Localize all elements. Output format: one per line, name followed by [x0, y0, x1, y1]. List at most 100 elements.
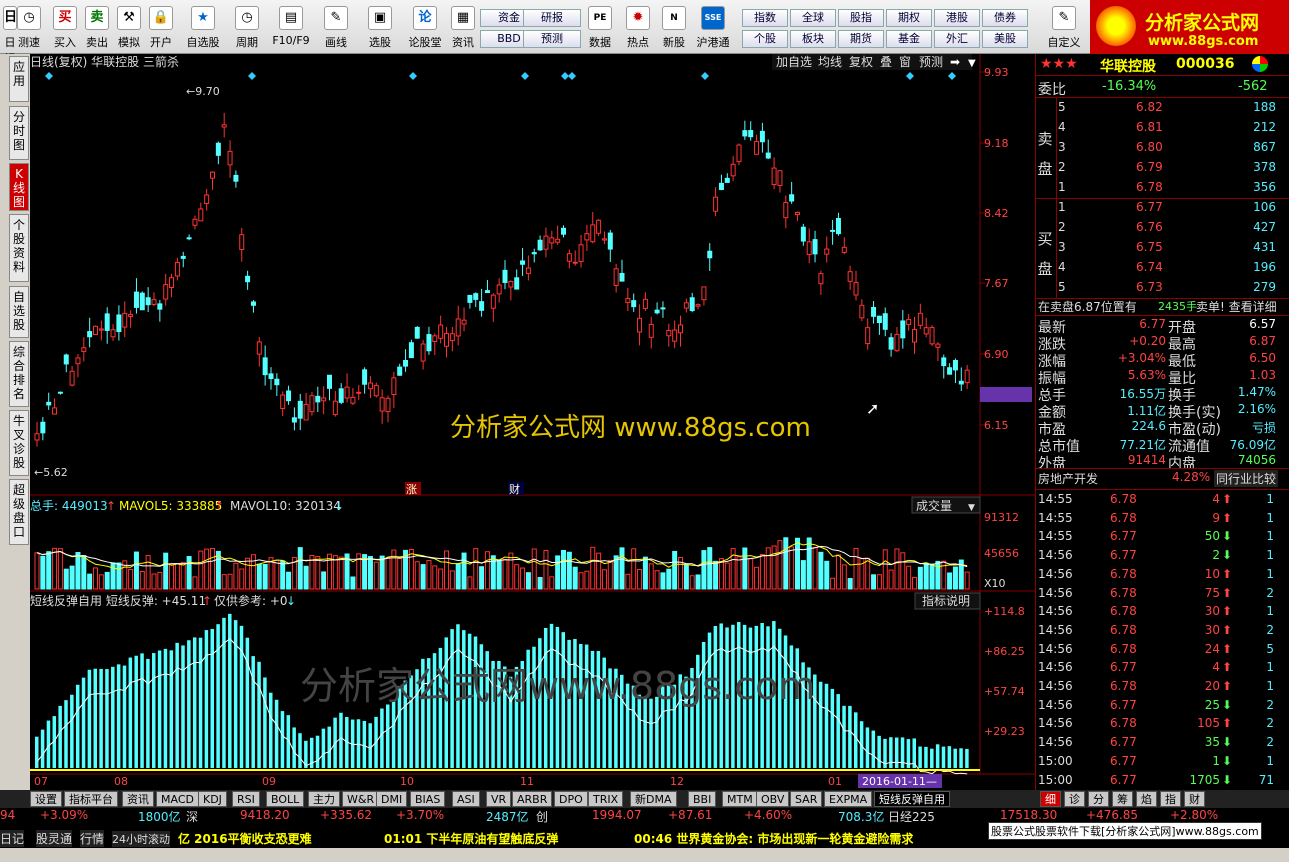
draw-line-button[interactable]: ✎ 画线: [318, 2, 354, 52]
indicator-tab[interactable]: 短线反弹自用: [874, 791, 950, 807]
hk-connect-button[interactable]: SSE 沪港通: [692, 2, 734, 52]
tab-apps[interactable]: 应用: [9, 56, 29, 102]
indicator-tab[interactable]: 主力: [308, 791, 340, 807]
indicator-tab[interactable]: 设置: [30, 791, 62, 807]
tab-intraday[interactable]: 分时图: [9, 106, 29, 160]
indicator-tab[interactable]: DMI: [376, 791, 408, 807]
bid-row[interactable]: 2 6.76 427: [1036, 220, 1276, 238]
indicator-tab[interactable]: ASI: [452, 791, 480, 807]
ask-row[interactable]: 1 6.78 356: [1036, 180, 1276, 198]
menu-adjust[interactable]: 复权: [849, 55, 873, 69]
hotspot-button[interactable]: ✹ 热点: [622, 2, 654, 52]
stock-index-futures-button[interactable]: 股指: [838, 9, 884, 27]
indicator-tab[interactable]: BOLL: [266, 791, 305, 807]
chart-canvas[interactable]: 日线(复权) 华联控股 三箭杀 加自选 均线 复权 叠 窗 预测 ➡ ▼ 9.9…: [30, 54, 1035, 790]
indicator-tab[interactable]: MTM: [722, 791, 758, 807]
options-button[interactable]: 期权: [886, 9, 932, 27]
menu-add-watchlist[interactable]: 加自选: [776, 55, 812, 69]
research-button[interactable]: 研报: [523, 9, 581, 27]
bid-row[interactable]: 4 6.74 196: [1036, 260, 1276, 278]
tab-stock-profile[interactable]: 个股资料: [9, 214, 29, 282]
big-order-note[interactable]: 在卖盘6.87位置有 2435手 卖单! 查看详细: [1036, 298, 1289, 316]
ask-row[interactable]: 3 6.80 867: [1036, 140, 1276, 158]
news-item-1[interactable]: 亿 2016平衡收支恐更难: [178, 830, 312, 847]
ad-banner[interactable]: 股票公式股票软件下载[分析家公式网]www.88gs.com: [988, 822, 1262, 840]
color-wheel-icon[interactable]: [1252, 56, 1268, 72]
tab-ranking[interactable]: 综合排名: [9, 341, 29, 407]
menu-window[interactable]: 窗: [899, 55, 911, 69]
indicator-tab[interactable]: TRIX: [588, 791, 624, 807]
sell-button[interactable]: 卖卖出: [82, 2, 112, 52]
forum-button[interactable]: 论论股堂: [405, 2, 445, 52]
individual-stock-button[interactable]: 个股: [742, 30, 788, 48]
customize-button[interactable]: ✎ 自定义: [1044, 2, 1084, 52]
panel-tab[interactable]: 分: [1088, 791, 1109, 807]
forex-button[interactable]: 外汇: [934, 30, 980, 48]
indicator-tab[interactable]: RSI: [232, 791, 260, 807]
tab-kline[interactable]: K线图: [9, 163, 29, 211]
watchlist-button[interactable]: ★ 自选股: [183, 2, 223, 52]
panel-tab[interactable]: 筹: [1112, 791, 1133, 807]
index-button[interactable]: 指数: [742, 9, 788, 27]
buy-button[interactable]: 买买入: [50, 2, 80, 52]
menu-arrow-icon[interactable]: ➡: [950, 55, 960, 69]
indicator-tab[interactable]: EXPMA: [824, 791, 873, 807]
tab-diagnosis[interactable]: 牛叉诊股: [9, 410, 29, 476]
new-stock-button[interactable]: N 新股: [658, 2, 690, 52]
news-24h-button[interactable]: 24小时滚动: [112, 831, 170, 847]
indicator-tab[interactable]: BBI: [688, 791, 717, 807]
news-item-2[interactable]: 01:01 下半年原油有望触底反弹: [384, 830, 558, 847]
hk-stocks-button[interactable]: 港股: [934, 9, 980, 27]
indicator-tab[interactable]: 指标平台: [64, 791, 118, 807]
news-quote-button[interactable]: 行情: [80, 830, 105, 847]
menu-overlay[interactable]: 叠: [880, 55, 892, 69]
indicator-tab[interactable]: W&R: [342, 791, 380, 807]
panel-tab[interactable]: 细: [1040, 791, 1061, 807]
chart-area[interactable]: 日线(复权) 华联控股 三箭杀 加自选 均线 复权 叠 窗 预测 ➡ ▼ 9.9…: [30, 54, 1035, 790]
menu-ma[interactable]: 均线: [818, 55, 842, 69]
indicator-tab[interactable]: ARBR: [512, 791, 553, 807]
panel-tab[interactable]: 指: [1160, 791, 1181, 807]
simulate-button[interactable]: ⚒ 模拟: [114, 2, 144, 52]
period-button[interactable]: ◷ 周期: [227, 2, 267, 52]
indicator-tab[interactable]: KDJ: [198, 791, 227, 807]
data-button[interactable]: PE 数据: [584, 2, 616, 52]
futures-button[interactable]: 期货: [838, 30, 884, 48]
indicator-tab[interactable]: BIAS: [410, 791, 446, 807]
indicator-tab[interactable]: MACD: [156, 791, 199, 807]
tab-super-level2[interactable]: 超级盘口: [9, 479, 29, 545]
ask-row[interactable]: 2 6.79 378: [1036, 160, 1276, 178]
indicator-tab[interactable]: VR: [486, 791, 512, 807]
news-stock-link-button[interactable]: 股灵通: [36, 830, 73, 847]
ask-row[interactable]: 5 6.82 188: [1036, 100, 1276, 118]
news-button[interactable]: ▦ 资讯: [448, 2, 478, 52]
ask-row[interactable]: 4 6.81 212: [1036, 120, 1276, 138]
bonds-button[interactable]: 债券: [982, 9, 1028, 27]
panel-tab[interactable]: 焰: [1136, 791, 1157, 807]
indicator-tab[interactable]: 新DMA: [630, 791, 677, 807]
bid-row[interactable]: 1 6.77 106: [1036, 200, 1276, 218]
global-button[interactable]: 全球: [790, 9, 836, 27]
menu-forecast[interactable]: 预测: [919, 55, 943, 69]
tab-watchlist[interactable]: 自选股: [9, 286, 29, 338]
fund-button[interactable]: 基金: [886, 30, 932, 48]
news-diary-button[interactable]: 日记: [0, 830, 25, 847]
sector-button[interactable]: 板块: [790, 30, 836, 48]
stock-picker-button[interactable]: ▣ 选股: [362, 2, 398, 52]
news-item-3[interactable]: 00:46 世界黄金协会: 市场出现新一轮黄金避险需求: [634, 830, 913, 847]
open-account-button[interactable]: 🔒 开户: [146, 2, 176, 52]
indicator-tab[interactable]: OBV: [756, 791, 790, 807]
indicator-tab[interactable]: 资讯: [122, 791, 154, 807]
menu-dropdown-icon[interactable]: ▼: [968, 58, 976, 69]
indicator-tab[interactable]: SAR: [790, 791, 823, 807]
indicator-tab[interactable]: DPO: [554, 791, 588, 807]
industry-compare-button[interactable]: 同行业比较: [1214, 470, 1279, 487]
bid-row[interactable]: 3 6.75 431: [1036, 240, 1276, 258]
bid-row[interactable]: 5 6.73 279: [1036, 280, 1276, 298]
panel-tab[interactable]: 财: [1184, 791, 1205, 807]
panel-tab[interactable]: 诊: [1064, 791, 1085, 807]
forecast-button[interactable]: 预测: [523, 30, 581, 48]
f10-button[interactable]: ▤ F10/F9: [270, 2, 312, 52]
us-stocks-button[interactable]: 美股: [982, 30, 1028, 48]
speed-test-tool[interactable]: ◷ 测速: [14, 2, 44, 52]
